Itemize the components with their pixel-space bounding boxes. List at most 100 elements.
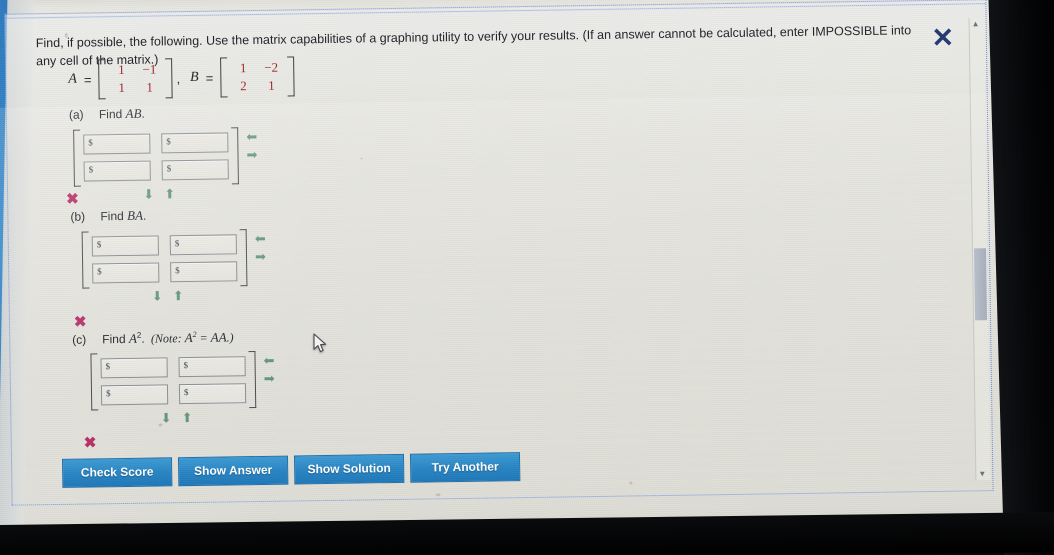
add-column-arrow-right-icon[interactable]: ➡ — [254, 249, 267, 264]
part-a-cell-1-0[interactable]: $ — [83, 160, 151, 182]
math-entry-icon: $ — [105, 388, 111, 399]
screen-surface: Practice Another ✕ Find, if possible, th… — [0, 0, 1054, 555]
photographed-screen: Practice Another ✕ Find, if possible, th… — [0, 0, 1054, 555]
given-separator: , — [176, 70, 181, 86]
part-c-cell-0-1[interactable]: $ — [178, 356, 246, 378]
part-b-cell-0-1[interactable]: $ — [169, 234, 237, 256]
part-b-expression: BA — [126, 207, 144, 223]
part-c-column-controls: ⬅ ➡ — [262, 353, 276, 386]
part-a-label: (a) Find AB. — [69, 106, 145, 123]
remove-row-arrow-down-icon[interactable]: ⬇ — [160, 410, 173, 425]
part-a-cell-1-1[interactable]: $ — [161, 159, 229, 181]
part-b-cell-0-0[interactable]: $ — [91, 235, 159, 257]
part-b-column-controls: ⬅ ➡ — [254, 231, 267, 264]
check-score-button[interactable]: Check Score — [61, 457, 173, 488]
add-row-arrow-up-icon[interactable]: ⬆ — [163, 186, 176, 201]
part-c-cell-1-0[interactable]: $ — [100, 384, 169, 406]
close-icon[interactable]: ✕ — [930, 23, 956, 53]
matrix-a: 1 −1 1 1 — [98, 58, 173, 99]
part-a-expression: AB — [125, 105, 142, 121]
part-c-label: (c) Find A2. (Note: A2 = AA.) — [72, 329, 234, 347]
remove-column-arrow-left-icon[interactable]: ⬅ — [262, 353, 275, 368]
problem-dialog: ✕ Find, if possible, the following. Use … — [4, 0, 994, 506]
math-entry-icon: $ — [97, 266, 102, 277]
math-entry-icon: $ — [183, 360, 189, 371]
add-row-arrow-up-icon[interactable]: ⬆ — [172, 288, 185, 303]
part-c-row-controls: ⬇ ⬆ — [160, 410, 194, 425]
part-b-label: (b) Find BA. — [70, 208, 146, 225]
add-column-arrow-right-icon[interactable]: ➡ — [245, 147, 258, 162]
scrollbar-thumb[interactable] — [973, 248, 988, 321]
given-matrices: A = 1 −1 1 1 , B = 1 −2 2 1 — [68, 56, 295, 99]
part-b-letter: (b) — [70, 209, 86, 224]
matrix-b-equals: = — [205, 70, 214, 86]
math-entry-icon: $ — [174, 238, 180, 249]
matrix-a-cell-1-1: 1 — [146, 79, 154, 95]
part-c-letter: (c) — [72, 332, 87, 347]
part-a-cell-0-1[interactable]: $ — [161, 132, 229, 154]
part-a-letter: (a) — [68, 107, 84, 122]
part-a-text-pre: Find — [98, 106, 126, 122]
math-entry-icon: $ — [96, 239, 102, 250]
matrix-b-cell-0-1: −2 — [264, 59, 279, 75]
remove-column-arrow-left-icon[interactable]: ⬅ — [254, 231, 267, 246]
part-c-incorrect-icon: ✖ — [83, 434, 97, 452]
part-a-cell-grid: $ $ $ $ — [83, 132, 229, 182]
show-solution-button[interactable]: Show Solution — [293, 453, 405, 485]
try-another-button[interactable]: Try Another — [409, 452, 521, 483]
part-c-note: (Note: A2 = AA.) — [147, 329, 234, 346]
math-entry-icon: $ — [105, 361, 111, 372]
part-b-answer-matrix: $ $ $ $ ⬅ ➡ ⬇ ⬆ — [82, 229, 266, 304]
remove-row-arrow-down-icon[interactable]: ⬇ — [142, 187, 155, 202]
dialog-top-rule — [5, 3, 986, 19]
part-b-row-controls: ⬇ ⬆ — [151, 288, 185, 303]
part-b-text-post: . — [142, 208, 147, 223]
part-a-row-controls: ⬇ ⬆ — [142, 186, 176, 202]
show-answer-button[interactable]: Show Answer — [177, 455, 289, 487]
part-b-matrix-brackets: $ $ $ $ ⬅ ➡ ⬇ ⬆ — [82, 229, 266, 304]
part-a-incorrect-icon: ✖ — [66, 190, 79, 208]
part-c-cell-grid: $ $ $ $ — [100, 356, 247, 406]
math-entry-icon: $ — [183, 387, 189, 398]
matrix-b-cell-1-1: 1 — [268, 77, 275, 93]
matrix-a-equals: = — [83, 71, 92, 88]
matrix-a-cell-0-0: 1 — [118, 61, 125, 78]
math-entry-icon: $ — [166, 136, 171, 147]
part-a-answer-matrix: $ $ $ $ ⬅ ➡ ⬇ ⬆ — [73, 127, 258, 202]
vertical-scrollbar[interactable]: ▲ ▼ — [968, 18, 991, 481]
part-c-answer-matrix: $ $ $ $ ⬅ ➡ ⬇ ⬆ — [90, 351, 275, 425]
math-entry-icon: $ — [166, 163, 172, 174]
part-a-column-controls: ⬅ ➡ — [245, 129, 258, 162]
matrix-b-cell-1-0: 2 — [240, 78, 247, 94]
part-b-cell-grid: $ $ $ $ — [91, 234, 238, 284]
matrix-b: 1 −2 2 1 — [220, 56, 295, 97]
part-a-text-post: . — [141, 106, 145, 121]
part-b-incorrect-icon: ✖ — [73, 313, 87, 331]
part-b-cell-1-1[interactable]: $ — [170, 261, 238, 283]
part-c-cell-0-0[interactable]: $ — [100, 357, 168, 379]
part-b-text-pre: Find — [100, 208, 128, 224]
matrix-a-cell-1-0: 1 — [118, 79, 126, 96]
part-c-expression: A — [128, 330, 137, 346]
matrix-b-cell-0-0: 1 — [239, 60, 247, 76]
matrix-a-label: A — [68, 71, 78, 87]
remove-row-arrow-down-icon[interactable]: ⬇ — [151, 288, 164, 303]
part-b-cell-1-0[interactable]: $ — [92, 262, 160, 284]
math-entry-icon: $ — [88, 164, 94, 175]
part-a-cell-0-0[interactable]: $ — [83, 133, 151, 155]
add-row-arrow-up-icon[interactable]: ⬆ — [181, 410, 194, 425]
part-a-matrix-brackets: $ $ $ $ ⬅ ➡ ⬇ ⬆ — [73, 127, 258, 202]
matrix-a-cell-0-1: −1 — [142, 61, 157, 77]
add-column-arrow-right-icon[interactable]: ➡ — [263, 371, 276, 386]
part-c-cell-1-1[interactable]: $ — [178, 383, 247, 405]
math-entry-icon: $ — [88, 137, 93, 148]
remove-column-arrow-left-icon[interactable]: ⬅ — [245, 129, 258, 144]
scroll-up-arrow-icon[interactable]: ▲ — [972, 19, 980, 28]
scroll-down-arrow-icon[interactable]: ▼ — [978, 469, 986, 478]
action-button-bar: Check Score Show Answer Show Solution Tr… — [61, 452, 521, 488]
matrix-b-label: B — [190, 69, 199, 85]
part-c-matrix-brackets: $ $ $ $ ⬅ ➡ ⬇ ⬆ — [90, 351, 275, 425]
part-c-text-post: . — [141, 331, 145, 346]
part-c-text-pre: Find — [102, 331, 130, 347]
math-entry-icon: $ — [175, 265, 180, 276]
